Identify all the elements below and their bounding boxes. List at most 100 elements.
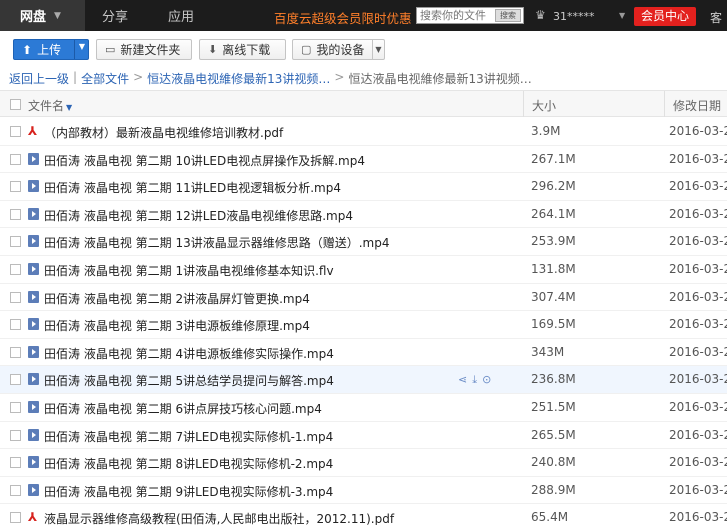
file-date: 2016-03-2	[669, 455, 727, 470]
file-row[interactable]: 田佰涛 液晶电视 第二期 10讲LED电视点屏操作及拆解.mp4 267.1M 20…	[0, 146, 727, 174]
chevron-down-icon[interactable]: ▼	[619, 11, 625, 20]
file-table-header: 文件名 ▼ 大小 修改日期	[0, 90, 727, 117]
file-name[interactable]: 液晶显示器维修高级教程(田佰涛,人民邮电出版社，2012.11).pdf	[44, 510, 394, 525]
video-file-icon	[28, 456, 39, 469]
file-name[interactable]: （内部教材）最新液晶电视维修培训教材.pdf	[44, 124, 283, 141]
file-size: 169.5M	[531, 317, 576, 332]
file-name[interactable]: 田佰涛 液晶电视 第二期 2讲液晶屏灯管更换.mp4	[44, 290, 310, 307]
nav-tab-label: 分享	[102, 10, 129, 25]
file-row[interactable]: 田佰涛 液晶电视 第二期 7讲LED电视实际修机-1.mp4 265.5M 2016…	[0, 422, 727, 450]
file-date: 2016-03-2	[669, 151, 727, 166]
file-row[interactable]: 田佰涛 液晶电视 第二期 3讲电源板维修原理.mp4 169.5M 2016-03-…	[0, 311, 727, 339]
file-name[interactable]: 田佰涛 液晶电视 第二期 11讲LED电视逻辑板分析.mp4	[44, 179, 341, 196]
file-row[interactable]: 田佰涛 液晶电视 第二期 11讲LED电视逻辑板分析.mp4 296.2M 2016…	[0, 173, 727, 201]
file-row[interactable]: 田佰涛 液晶电视 第二期 8讲LED电视实际修机-2.mp4 240.8M 2016…	[0, 449, 727, 477]
row-checkbox[interactable]	[10, 512, 21, 524]
column-size-header[interactable]: 大小	[532, 97, 556, 114]
all-files-link[interactable]: 全部文件	[81, 70, 129, 87]
file-date: 2016-03-2	[669, 289, 727, 304]
folder-icon: ▭	[105, 43, 116, 56]
file-row[interactable]: 田佰涛 液晶电视 第二期 5讲总结学员提问与解答.mp4 ⋖ ⤓ ⊙ 236.8M 201…	[0, 366, 727, 394]
nav-tab-share[interactable]: 分享	[102, 0, 152, 31]
column-name-header[interactable]: 文件名 ▼	[28, 97, 72, 114]
select-all-checkbox[interactable]	[10, 99, 21, 110]
column-divider[interactable]	[664, 91, 665, 117]
download-icon: ⬇	[208, 43, 218, 56]
file-name[interactable]: 田佰涛 液晶电视 第二期 13讲液晶显示器维修思路（赠送）.mp4	[44, 234, 389, 251]
file-row[interactable]: 田佰涛 液晶电视 第二期 1讲液晶电视维修基本知识.flv 131.8M 2016-…	[0, 256, 727, 284]
row-checkbox[interactable]	[10, 263, 21, 275]
row-checkbox[interactable]	[10, 429, 21, 441]
file-size: 236.8M	[531, 372, 576, 387]
file-row[interactable]: 田佰涛 液晶电视 第二期 2讲液晶屏灯管更换.mp4 307.4M 2016-03-…	[0, 284, 727, 312]
promo-link[interactable]: 百度云超级会员限时优惠	[274, 8, 412, 27]
nav-tab-netdisk[interactable]: 网盘 ▼	[0, 0, 85, 31]
current-folder: 恒达液晶电视維修最新13讲视频…	[348, 72, 532, 86]
download-icon[interactable]: ⤓	[472, 373, 477, 387]
file-row[interactable]: 田佰涛 液晶电视 第二期 12讲LED液晶电视维修思路.mp4 264.1M 201…	[0, 201, 727, 229]
column-date-header[interactable]: 修改日期	[673, 97, 721, 114]
row-checkbox[interactable]	[10, 346, 21, 358]
divider: |	[73, 70, 78, 84]
back-link[interactable]: 返回上一级	[9, 70, 69, 87]
nav-tab-label: 应用	[168, 10, 195, 25]
my-devices-label: 我的设备	[316, 43, 365, 57]
pdf-file-icon: ⅄	[28, 124, 38, 138]
chevron-down-icon[interactable]: ▼	[372, 40, 384, 59]
row-checkbox[interactable]	[10, 291, 21, 303]
file-name[interactable]: 田佰涛 液晶电视 第二期 12讲LED液晶电视维修思路.mp4	[44, 207, 353, 224]
file-row[interactable]: 田佰涛 液晶电视 第二期 13讲液晶显示器维修思路（赠送）.mp4 253.9M 2…	[0, 228, 727, 256]
chevron-right-icon: >	[133, 70, 144, 84]
row-checkbox[interactable]	[10, 484, 21, 496]
vip-center-button[interactable]: 会员中心	[634, 7, 696, 26]
my-devices-button[interactable]: ▢ 我的设备 ▼	[292, 39, 385, 60]
row-checkbox[interactable]	[10, 236, 21, 248]
file-name[interactable]: 田佰涛 液晶电视 第二期 10讲LED电视点屏操作及拆解.mp4	[44, 152, 365, 169]
column-divider[interactable]	[523, 91, 524, 117]
file-size: 288.9M	[531, 482, 576, 497]
file-row[interactable]: 田佰涛 液晶电视 第二期 4讲电源板维修实际操作.mp4 343M 2016-03-…	[0, 339, 727, 367]
pdf-file-icon: ⅄	[28, 510, 38, 525]
row-checkbox[interactable]	[10, 126, 21, 137]
file-row[interactable]: ⅄ 液晶显示器维修高级教程(田佰涛,人民邮电出版社，2012.11).pdf 65.…	[0, 504, 727, 525]
file-date: 2016-03-2	[669, 510, 727, 525]
video-file-icon	[28, 345, 39, 358]
row-checkbox[interactable]	[10, 319, 21, 331]
divider	[74, 40, 75, 59]
share-icon[interactable]: ⋖	[458, 373, 467, 387]
file-name[interactable]: 田佰涛 液晶电视 第二期 8讲LED电视实际修机-2.mp4	[44, 455, 333, 472]
file-name[interactable]: 田佰涛 液晶电视 第二期 6讲点屏技巧核心问题.mp4	[44, 400, 322, 417]
more-icon[interactable]: ⊙	[482, 373, 491, 387]
nav-tab-apps[interactable]: 应用	[168, 0, 228, 31]
username[interactable]: 31*****	[553, 10, 595, 23]
file-row[interactable]: 田佰涛 液晶电视 第二期 6讲点屏技巧核心问题.mp4 251.5M 2016-03…	[0, 394, 727, 422]
chevron-down-icon[interactable]: ▼	[79, 42, 85, 51]
search-input[interactable]	[417, 8, 495, 23]
file-row[interactable]: ⅄ （内部教材）最新液晶电视维修培训教材.pdf 3.9M 2016-03-2	[0, 118, 727, 146]
file-name[interactable]: 田佰涛 液晶电视 第二期 7讲LED电视实际修机-1.mp4	[44, 428, 333, 445]
row-actions: ⋖ ⤓ ⊙	[458, 373, 491, 387]
file-name[interactable]: 田佰涛 液晶电视 第二期 5讲总结学员提问与解答.mp4	[44, 372, 334, 389]
file-name[interactable]: 田佰涛 液晶电视 第二期 3讲电源板维修原理.mp4	[44, 317, 310, 334]
file-name[interactable]: 田佰涛 液晶电视 第二期 9讲LED电视实际修机-3.mp4	[44, 483, 333, 500]
client-link[interactable]: 客	[710, 9, 722, 26]
search-button[interactable]: 搜索	[495, 9, 521, 22]
row-checkbox[interactable]	[10, 208, 21, 220]
parent-folder-link[interactable]: 恒达液晶电视維修最新13讲视频…	[147, 70, 330, 87]
row-checkbox[interactable]	[10, 457, 21, 469]
offline-download-button[interactable]: ⬇ 离线下载	[199, 39, 286, 60]
row-checkbox[interactable]	[10, 374, 21, 386]
video-file-icon	[28, 400, 39, 413]
row-checkbox[interactable]	[10, 401, 21, 413]
video-file-icon	[28, 152, 39, 165]
upload-button[interactable]: ⬆ 上传 ▼	[13, 39, 89, 60]
row-checkbox[interactable]	[10, 153, 21, 165]
new-folder-button[interactable]: ▭ 新建文件夹	[96, 39, 192, 60]
file-date: 2016-03-2	[669, 124, 727, 138]
file-name[interactable]: 田佰涛 液晶电视 第二期 4讲电源板维修实际操作.mp4	[44, 345, 334, 362]
file-size: 253.9M	[531, 234, 576, 249]
row-checkbox[interactable]	[10, 181, 21, 193]
file-date: 2016-03-2	[669, 206, 727, 221]
file-row[interactable]: 田佰涛 液晶电视 第二期 9讲LED电视实际修机-3.mp4 288.9M 2016…	[0, 477, 727, 505]
file-name[interactable]: 田佰涛 液晶电视 第二期 1讲液晶电视维修基本知识.flv	[44, 262, 334, 279]
